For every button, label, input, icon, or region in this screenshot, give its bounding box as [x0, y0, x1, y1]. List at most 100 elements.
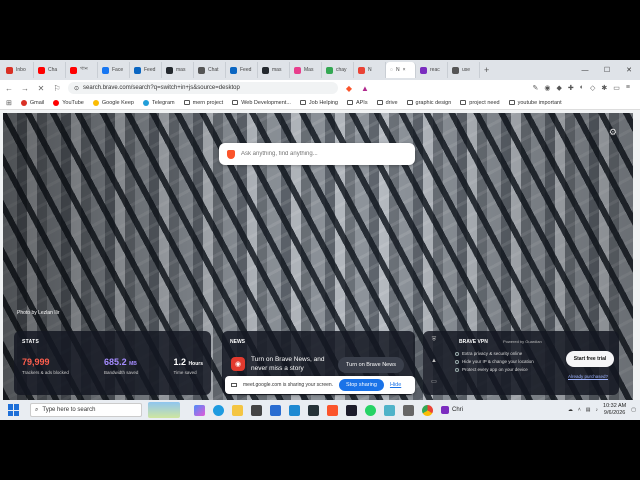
turn-on-news-button[interactable]: Turn on Brave News — [338, 357, 404, 373]
bookmark-item[interactable]: Web Development... — [232, 100, 291, 106]
clock[interactable]: 10:32 AM 9/6/2026 — [603, 403, 626, 417]
news-promo-text: Turn on Brave News, and never miss a sto… — [251, 356, 325, 372]
browser-tab[interactable]: N — [354, 62, 386, 78]
minimize-button[interactable]: — — [574, 60, 596, 80]
mail-icon[interactable] — [270, 404, 281, 416]
chevron-up-icon[interactable]: ˄ — [578, 407, 581, 413]
bookmark-item[interactable]: drive — [376, 100, 398, 106]
bookmark-item[interactable]: youtube important — [508, 100, 562, 106]
browser-tab[interactable]: Mas — [290, 62, 322, 78]
gear-icon[interactable]: ⚙ — [609, 127, 617, 138]
bookmark-item[interactable]: graphic design — [406, 100, 451, 106]
browser-tab[interactable]: Chat — [194, 62, 226, 78]
tab-favicon-icon — [262, 66, 269, 74]
tab-favicon-icon — [134, 66, 141, 74]
search-box[interactable] — [219, 143, 415, 165]
tab-favicon-icon — [102, 66, 109, 74]
folder-icon — [183, 100, 190, 105]
wallet-icon[interactable]: ▭ — [613, 84, 620, 92]
browser-tab[interactable]: Feed — [130, 62, 162, 78]
browser-tab[interactable]: Cha — [34, 62, 66, 78]
browser-tab[interactable]: use — [448, 62, 480, 78]
reload-stop-icon[interactable]: ✕ — [36, 84, 46, 93]
active-browser-tab[interactable]: ◌ N × — [386, 62, 416, 78]
network-icon[interactable]: ▤ — [586, 407, 591, 413]
brave-news-icon: ◉ — [231, 357, 245, 371]
taskbar-search-box[interactable]: ⌕ Type here to search — [30, 403, 142, 417]
browser-tab[interactable]: Feed — [226, 62, 258, 78]
tab-favicon-icon — [326, 66, 333, 74]
vscode-icon[interactable] — [289, 404, 300, 416]
chrome-icon[interactable] — [422, 404, 433, 416]
app-icon[interactable] — [403, 404, 414, 416]
bookmark-item[interactable]: project need — [460, 100, 500, 106]
screen-share-bar: meet.google.com is sharing your screen. … — [225, 376, 415, 394]
vpn-shield-icon[interactable]: ⛨ — [432, 337, 437, 344]
browser-tab[interactable]: Inbo — [2, 62, 34, 78]
browser-tab[interactable]: Face — [98, 62, 130, 78]
bookmark-item[interactable]: YouTube — [53, 99, 84, 106]
window-icon[interactable]: ▭ — [431, 378, 437, 385]
pen-extension-icon[interactable]: ✎ — [533, 84, 539, 92]
extension-icon[interactable]: ◉ — [544, 84, 550, 92]
speaker-icon[interactable]: ♪ — [596, 407, 599, 413]
windows-start-icon[interactable] — [8, 404, 20, 416]
close-window-button[interactable]: ✕ — [618, 60, 640, 80]
apps-grid-icon[interactable]: ⊞ — [6, 99, 12, 107]
browser-tab[interactable]: mas — [162, 62, 194, 78]
clock-time: 10:32 AM — [603, 403, 627, 409]
vpn-title: BRAVE VPN — [459, 339, 488, 345]
brave-icon[interactable] — [327, 404, 338, 416]
bookmark-item[interactable]: mern project — [183, 100, 223, 106]
address-bar[interactable]: ⊙ search.brave.com/search?q=switch+in+js… — [68, 82, 338, 94]
extension-icon[interactable]: ◇ — [590, 84, 595, 92]
app-icon[interactable] — [308, 404, 319, 416]
extension-icon[interactable]: ✚ — [568, 84, 574, 92]
site-info-icon[interactable]: ⊙ — [74, 85, 79, 92]
bookmark-item[interactable]: Telegram — [142, 99, 175, 106]
already-purchased-link[interactable]: Already purchased? — [568, 374, 608, 379]
triangle-icon[interactable]: ▲ — [431, 358, 437, 364]
bookmark-item[interactable]: APIs — [346, 99, 368, 106]
bookmark-label: APIs — [355, 99, 368, 106]
browser-tab[interactable]: গান — [66, 62, 98, 78]
search-highlight-image[interactable] — [148, 402, 180, 418]
maximize-button[interactable]: ☐ — [596, 60, 618, 80]
file-explorer-icon[interactable] — [232, 404, 243, 416]
search-input[interactable] — [241, 151, 401, 157]
bookmark-item[interactable]: Job Helping — [299, 100, 338, 106]
extension-icon[interactable]: ◆ — [557, 84, 562, 92]
search-icon: ⌕ — [35, 406, 39, 413]
copilot-icon[interactable] — [194, 404, 205, 416]
stop-sharing-button[interactable]: Stop sharing — [339, 379, 384, 391]
notifications-icon[interactable]: ▢ — [631, 407, 636, 413]
close-tab-icon[interactable]: × — [403, 67, 406, 73]
extensions-puzzle-icon[interactable]: ✱ — [601, 84, 607, 92]
bookmark-label: Google Keep — [101, 99, 134, 106]
forward-arrow-icon[interactable]: → — [20, 84, 30, 93]
browser-tab[interactable]: mas — [258, 62, 290, 78]
edge-icon[interactable] — [213, 404, 224, 416]
browser-tab[interactable]: reac — [416, 62, 448, 78]
menu-icon[interactable]: ≡ — [626, 84, 630, 92]
app-icon[interactable] — [346, 404, 357, 416]
extension-icon[interactable]: ◐ — [580, 84, 584, 92]
notepad-icon[interactable] — [384, 404, 395, 416]
brave-rewards-icon[interactable]: ▲ — [360, 84, 370, 93]
bookmark-icon[interactable]: ⚐ — [52, 84, 62, 93]
start-free-trial-button[interactable]: Start free trial — [566, 351, 614, 367]
bookmark-item[interactable]: Gmail — [20, 99, 45, 106]
calculator-icon[interactable] — [251, 404, 262, 416]
cloud-icon[interactable]: ☁ — [568, 407, 573, 413]
hide-link[interactable]: Hide — [390, 382, 401, 388]
bookmark-label: Gmail — [29, 99, 45, 106]
taskbar-chrome-item[interactable]: Chri — [441, 406, 463, 414]
brave-shields-icon[interactable]: ◆ — [344, 84, 354, 93]
folder-icon — [232, 100, 239, 105]
bookmark-item[interactable]: Google Keep — [92, 99, 134, 106]
back-arrow-icon[interactable]: ← — [4, 84, 14, 93]
tab-label: chay — [336, 67, 347, 73]
whatsapp-icon[interactable] — [365, 404, 376, 416]
new-tab-button[interactable]: + — [484, 65, 494, 75]
browser-tab[interactable]: chay — [322, 62, 354, 78]
